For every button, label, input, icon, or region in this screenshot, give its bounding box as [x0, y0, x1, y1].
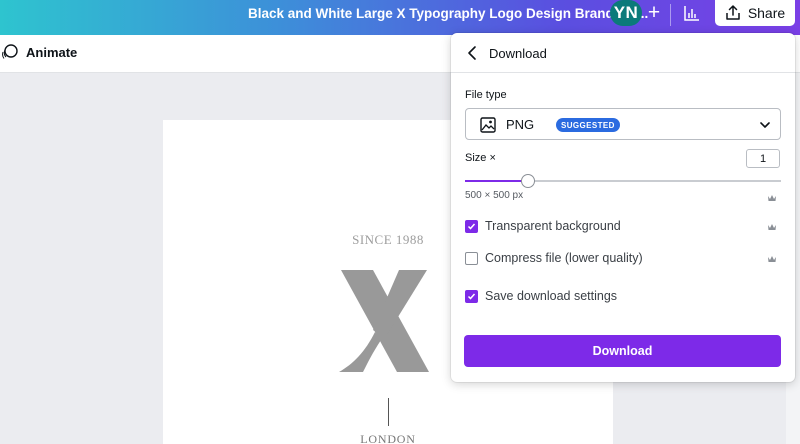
suggested-badge: SUGGESTED [556, 118, 620, 132]
crown-icon [768, 195, 776, 201]
option-save-settings[interactable]: Save download settings [465, 289, 617, 303]
crown-icon [768, 224, 776, 230]
option-compress-file[interactable]: Compress file (lower quality) [465, 251, 643, 265]
option-transparent-background[interactable]: Transparent background [465, 219, 621, 233]
size-input[interactable]: 1 [746, 149, 780, 168]
compress-label: Compress file (lower quality) [485, 251, 643, 265]
add-collaborator-button[interactable]: + [644, 0, 664, 26]
user-avatar[interactable]: YN [610, 0, 642, 26]
insights-button[interactable] [676, 0, 708, 26]
share-icon [726, 5, 740, 20]
panel-header: Download [451, 33, 795, 73]
panel-title: Download [489, 46, 547, 61]
animate-label: Animate [26, 44, 78, 60]
divider-line [388, 398, 389, 426]
animate-icon [2, 44, 18, 59]
save-settings-checkbox[interactable] [465, 289, 478, 303]
dimensions-text: 500 × 500 px [465, 190, 524, 201]
insights-icon [684, 6, 699, 21]
file-type-value: PNG [506, 117, 535, 132]
city-text: LONDON [360, 432, 416, 444]
x-logo [339, 270, 429, 372]
download-panel: Download File type PNG SUGGESTED Size × … [451, 33, 795, 382]
file-type-select[interactable]: PNG SUGGESTED [465, 108, 781, 140]
download-button[interactable]: Download [464, 335, 781, 367]
compress-checkbox[interactable] [465, 251, 478, 265]
size-label: Size × [465, 152, 496, 164]
share-label: Share [747, 5, 786, 21]
file-type-label: File type [465, 89, 507, 101]
image-icon [480, 117, 496, 133]
size-slider-track[interactable] [465, 180, 781, 182]
share-button[interactable]: Share [715, 0, 795, 26]
chevron-down-icon [760, 122, 770, 128]
transparent-label: Transparent background [485, 219, 621, 233]
top-bar: Black and White Large X Typography Logo … [0, 0, 800, 35]
save-settings-label: Save download settings [485, 289, 618, 303]
transparent-checkbox[interactable] [465, 219, 478, 233]
crown-icon [768, 256, 776, 262]
checkmark-icon [467, 293, 476, 300]
size-slider-fill [465, 180, 529, 182]
animate-button[interactable]: Animate [2, 44, 77, 60]
document-title[interactable]: Black and White Large X Typography Logo … [248, 6, 648, 21]
top-divider [670, 4, 671, 26]
back-chevron-icon[interactable] [463, 43, 483, 63]
checkmark-icon [467, 223, 476, 230]
size-slider-thumb[interactable] [521, 174, 536, 188]
